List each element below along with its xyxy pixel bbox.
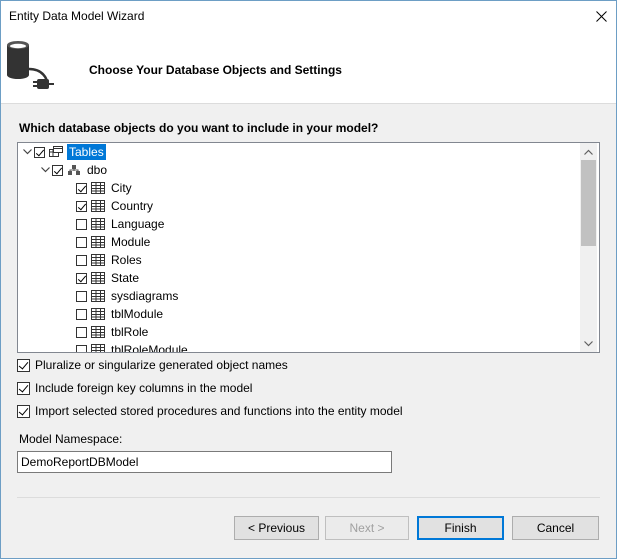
cancel-button[interactable]: Cancel — [512, 516, 599, 540]
pluralize-option[interactable]: Pluralize or singularize generated objec… — [17, 358, 288, 372]
table-item-country[interactable]: Country — [76, 197, 155, 215]
scroll-down-button[interactable] — [580, 335, 597, 352]
database-objects-tree[interactable]: Tables dbo City Country Language Module … — [17, 142, 600, 353]
chevron-up-icon — [584, 149, 593, 155]
table-icon — [91, 272, 105, 284]
dbo-label: dbo — [87, 163, 108, 177]
table-label: State — [111, 271, 140, 285]
tree-node-tables[interactable]: Tables — [20, 143, 106, 161]
table-checkbox[interactable] — [76, 254, 87, 266]
foreign-key-option[interactable]: Include foreign key columns in the model — [17, 381, 252, 395]
tables-checkbox[interactable] — [34, 146, 45, 158]
close-icon — [595, 10, 607, 22]
pluralize-checkbox[interactable] — [17, 358, 30, 372]
table-item-tblrolemodule[interactable]: tblRoleModule — [76, 341, 190, 352]
table-item-module[interactable]: Module — [76, 233, 152, 251]
table-item-tblrole[interactable]: tblRole — [76, 323, 150, 341]
vertical-scrollbar[interactable] — [580, 143, 597, 352]
table-checkbox[interactable] — [76, 236, 87, 248]
foreign-key-checkbox[interactable] — [17, 381, 30, 395]
table-label: City — [111, 181, 132, 195]
wizard-window: Entity Data Model Wizard Choose Your Dat… — [0, 0, 617, 559]
table-label: sysdiagrams — [111, 289, 179, 303]
import-procedures-checkbox[interactable] — [17, 404, 30, 418]
tree-content: Tables dbo City Country Language Module … — [18, 143, 580, 352]
import-procedures-option[interactable]: Import selected stored procedures and fu… — [17, 404, 403, 418]
table-item-tblmodule[interactable]: tblModule — [76, 305, 165, 323]
table-icon — [91, 290, 105, 302]
table-icon — [91, 308, 105, 320]
table-checkbox[interactable] — [76, 326, 87, 338]
tables-folder-icon — [49, 146, 63, 157]
wizard-header: Choose Your Database Objects and Setting… — [1, 31, 616, 104]
dbo-checkbox[interactable] — [52, 164, 63, 176]
page-title: Choose Your Database Objects and Setting… — [89, 63, 342, 77]
chevron-down-icon — [584, 340, 593, 346]
table-icon — [91, 236, 105, 248]
table-label: tblRole — [111, 325, 149, 339]
footer-divider — [17, 497, 600, 498]
table-label: Language — [111, 217, 165, 231]
close-button[interactable] — [586, 1, 616, 31]
table-checkbox[interactable] — [76, 344, 87, 352]
finish-button[interactable]: Finish — [417, 516, 504, 540]
model-namespace-input[interactable] — [17, 451, 392, 473]
table-checkbox[interactable] — [76, 308, 87, 320]
next-button[interactable]: Next > — [325, 516, 409, 540]
table-icon — [91, 344, 105, 352]
table-checkbox[interactable] — [76, 272, 87, 284]
table-checkbox[interactable] — [76, 290, 87, 302]
table-checkbox[interactable] — [76, 182, 87, 194]
table-icon — [91, 326, 105, 338]
table-label: Module — [111, 235, 151, 249]
table-item-sysdiagrams[interactable]: sysdiagrams — [76, 287, 180, 305]
previous-button[interactable]: < Previous — [234, 516, 319, 540]
table-checkbox[interactable] — [76, 218, 87, 230]
title-bar: Entity Data Model Wizard — [1, 1, 616, 31]
table-checkbox[interactable] — [76, 200, 87, 212]
chevron-down-icon[interactable] — [38, 161, 52, 179]
tables-label: Tables — [67, 144, 106, 160]
foreign-key-label: Include foreign key columns in the model — [35, 381, 253, 395]
table-label: Country — [111, 199, 154, 213]
model-namespace-label: Model Namespace: — [19, 432, 123, 446]
table-item-language[interactable]: Language — [76, 215, 166, 233]
table-icon — [91, 218, 105, 230]
import-procedures-label: Import selected stored procedures and fu… — [35, 404, 403, 418]
scroll-up-button[interactable] — [580, 143, 597, 160]
table-item-state[interactable]: State — [76, 269, 141, 287]
table-item-roles[interactable]: Roles — [76, 251, 144, 269]
table-icon — [91, 254, 105, 266]
tree-node-dbo[interactable]: dbo — [38, 161, 109, 179]
pluralize-label: Pluralize or singularize generated objec… — [35, 358, 288, 372]
objects-question: Which database objects do you want to in… — [19, 121, 379, 135]
database-plug-icon — [7, 41, 54, 89]
table-label: tblModule — [111, 307, 164, 321]
table-icon — [91, 200, 105, 212]
table-label: Roles — [111, 253, 142, 267]
chevron-down-icon[interactable] — [20, 143, 34, 161]
table-label: tblRoleModule — [111, 343, 188, 352]
window-title: Entity Data Model Wizard — [9, 9, 145, 23]
scrollbar-thumb[interactable] — [581, 160, 596, 246]
table-item-city[interactable]: City — [76, 179, 134, 197]
schema-icon — [68, 165, 80, 175]
table-icon — [91, 182, 105, 194]
